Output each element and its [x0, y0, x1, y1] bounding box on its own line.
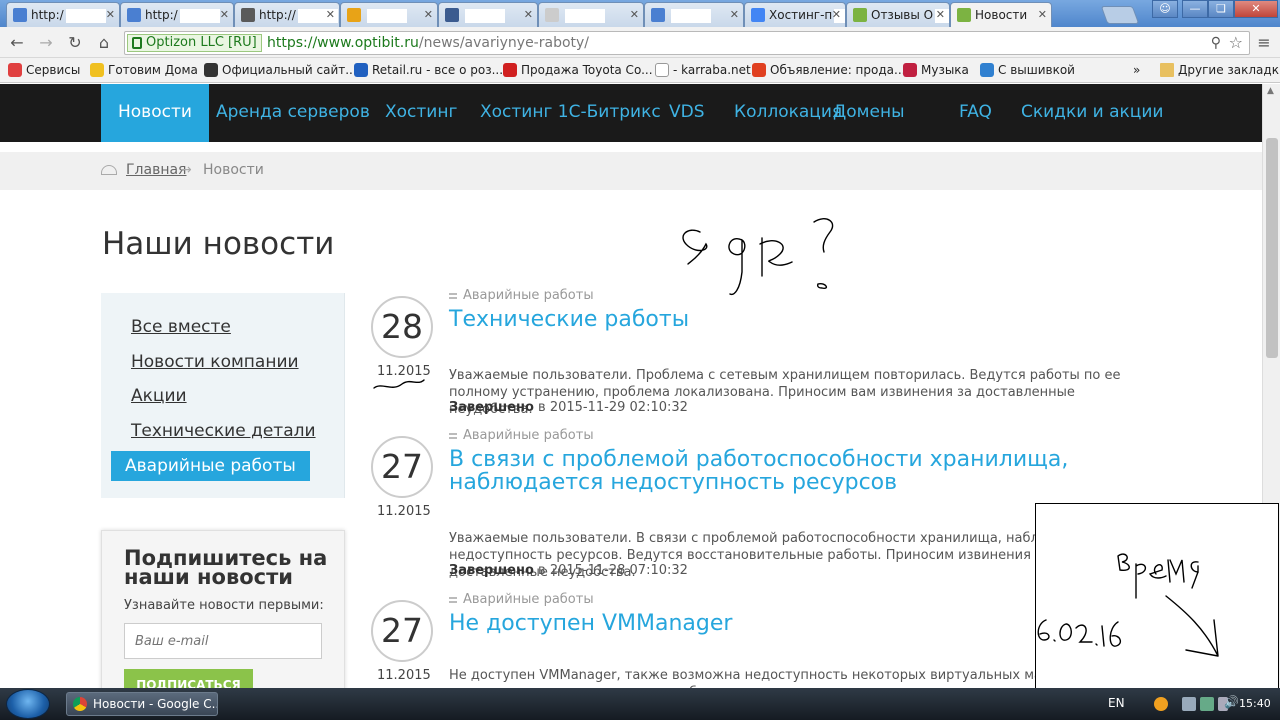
windows-taskbar: Новости - Google C... EN 🔊 15:40 — [0, 688, 1280, 720]
annotation-stroke — [1037, 619, 1050, 641]
annotation-stroke — [813, 218, 834, 253]
tray-network-icon[interactable] — [1200, 697, 1214, 711]
annotation-stroke — [1167, 559, 1185, 583]
windows-start-button[interactable] — [6, 689, 50, 719]
annotation-stroke — [1109, 621, 1122, 647]
annotation-stroke — [682, 229, 708, 265]
annotation-stroke — [1135, 563, 1146, 599]
annotation-stroke — [816, 282, 828, 290]
handwritten-annotations — [373, 218, 1219, 657]
annotation-stroke — [1101, 625, 1105, 647]
annotation-stroke — [1165, 595, 1219, 657]
annotation-stroke — [1053, 639, 1056, 642]
annotation-stroke — [1148, 564, 1167, 579]
annotation-stroke — [1190, 561, 1199, 589]
taskbar-chrome-window[interactable]: Новости - Google C... — [66, 692, 218, 716]
annotation-stroke — [1117, 553, 1130, 572]
language-indicator[interactable]: EN — [1108, 696, 1125, 710]
annotation-stroke — [373, 379, 425, 389]
annotation-stroke — [759, 237, 793, 277]
tray-volume-icon[interactable]: 🔊 — [1224, 695, 1239, 709]
annotation-stroke — [1095, 643, 1098, 646]
annotation-stroke — [728, 238, 746, 296]
tray-app-icon[interactable] — [1154, 697, 1168, 711]
annotation-stroke — [1075, 624, 1093, 643]
taskbar-clock[interactable]: 15:40 — [1239, 697, 1271, 710]
annotation-stroke — [1059, 623, 1072, 641]
tray-device-icon[interactable] — [1182, 697, 1196, 711]
taskbar-window-label: Новости - Google C... — [93, 697, 218, 711]
chrome-icon — [73, 697, 87, 711]
